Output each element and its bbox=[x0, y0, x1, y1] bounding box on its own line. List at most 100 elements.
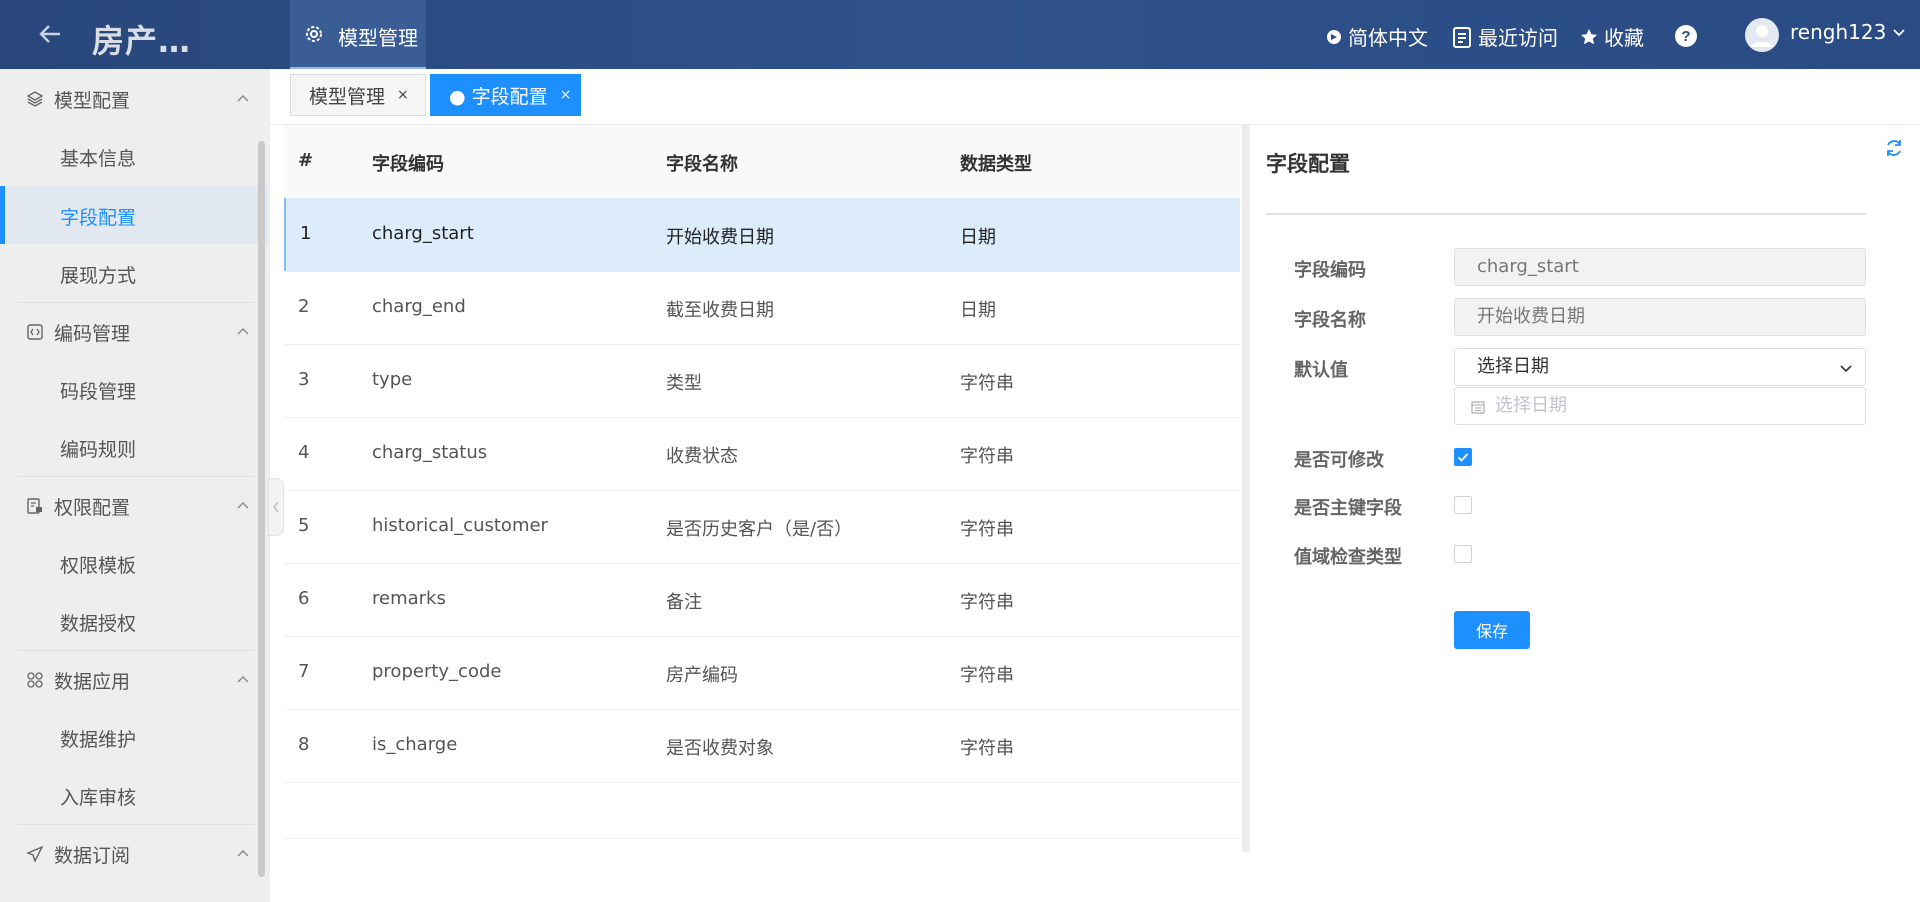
table-header-cell: 数据类型 bbox=[960, 154, 1032, 175]
save-button[interactable]: 保存 bbox=[1454, 611, 1530, 649]
recent-label: 最近访问 bbox=[1478, 26, 1558, 50]
apps-grid-icon bbox=[27, 672, 43, 692]
table-cell: 1 bbox=[300, 223, 312, 244]
table-cell: 日期 bbox=[960, 227, 996, 248]
table-row[interactable]: 5 historical_customer 是否历史客户（是/否） 字符串 bbox=[284, 490, 1240, 564]
table-header-cell: 字段名称 bbox=[666, 154, 738, 175]
default-type-select[interactable]: 选择日期 bbox=[1454, 348, 1866, 386]
tab-model-management[interactable]: 模型管理 × bbox=[290, 74, 426, 116]
sidebar-item-label: 字段配置 bbox=[60, 207, 137, 229]
domain-check-checkbox[interactable] bbox=[1454, 545, 1472, 563]
date-picker-input[interactable]: 选择日期 bbox=[1454, 387, 1866, 425]
sidebar-group-label: 数据应用 bbox=[54, 671, 131, 693]
sidebar-item-code-rules[interactable]: 编码规则 bbox=[0, 418, 268, 476]
table-cell: is_charge bbox=[372, 734, 458, 755]
sidebar-item-field-config[interactable]: 字段配置 bbox=[0, 186, 268, 244]
table-cell: 3 bbox=[298, 369, 310, 390]
table-cell: 字符串 bbox=[960, 665, 1014, 686]
sidebar-group-permission-config[interactable]: 权限配置 bbox=[0, 476, 270, 534]
globe-icon bbox=[1327, 29, 1341, 44]
field-code-label: 字段编码 bbox=[1294, 260, 1366, 281]
sidebar-item-display-mode[interactable]: 展现方式 bbox=[0, 244, 268, 302]
sidebar-item-label: 入库审核 bbox=[60, 787, 137, 809]
table-header-row: # 字段编码 字段名称 数据类型 bbox=[284, 125, 1240, 199]
sidebar-item-storage-review[interactable]: 入库审核 bbox=[0, 766, 268, 824]
table-header-cell: # bbox=[298, 150, 314, 171]
sidebar-scrollbar[interactable] bbox=[258, 141, 265, 877]
panel-divider bbox=[1266, 213, 1866, 215]
table-row[interactable]: 8 is_charge 是否收费对象 字符串 bbox=[284, 709, 1240, 783]
sidebar: 模型配置 基本信息 字段配置 展现方式 编码管理 码段管理 编码规则 权限配置 … bbox=[0, 69, 270, 902]
user-menu[interactable]: rengh123 bbox=[1790, 20, 1906, 44]
sidebar-item-label: 数据授权 bbox=[60, 613, 137, 635]
tab-label: 模型管理 bbox=[309, 85, 386, 108]
sidebar-item-label: 权限模板 bbox=[60, 555, 137, 577]
domain-check-label: 值域检查类型 bbox=[1294, 547, 1402, 568]
layers-icon bbox=[26, 91, 44, 111]
table-row[interactable]: 4 charg_status 收费状态 字符串 bbox=[284, 417, 1240, 491]
top-nav-model-management[interactable]: 模型管理 bbox=[290, 0, 426, 69]
sidebar-item-basic-info[interactable]: 基本信息 bbox=[0, 127, 268, 185]
tab-field-config[interactable]: ● 字段配置 × bbox=[430, 74, 581, 116]
sidebar-item-data-maintenance[interactable]: 数据维护 bbox=[0, 708, 268, 766]
help-icon[interactable]: ? bbox=[1674, 24, 1698, 52]
gear-icon bbox=[306, 26, 322, 42]
check-icon bbox=[1457, 453, 1469, 462]
field-name-input: 开始收费日期 bbox=[1454, 298, 1866, 336]
sidebar-item-data-authorization[interactable]: 数据授权 bbox=[0, 592, 268, 650]
chevron-up-icon bbox=[236, 846, 250, 865]
close-icon[interactable]: × bbox=[397, 87, 409, 103]
table-cell: 6 bbox=[298, 588, 310, 609]
editable-checkbox[interactable] bbox=[1454, 448, 1472, 466]
top-header: 房产… 模型管理 简体中文 最近访问 收藏 ? rengh123 bbox=[0, 0, 1920, 69]
table-cell: historical_customer bbox=[372, 515, 548, 536]
table-scrollbar[interactable] bbox=[1242, 125, 1250, 852]
avatar[interactable] bbox=[1745, 18, 1779, 56]
favorites[interactable]: 收藏 bbox=[1580, 22, 1644, 51]
language-switch[interactable]: 简体中文 bbox=[1326, 22, 1428, 51]
table-row[interactable]: 2 charg_end 截至收费日期 日期 bbox=[284, 271, 1240, 345]
sidebar-item-label: 数据维护 bbox=[60, 729, 137, 751]
field-code-value: charg_start bbox=[1477, 256, 1579, 277]
sidebar-group-data-subscription[interactable]: 数据订阅 bbox=[0, 824, 270, 882]
table-cell: 4 bbox=[298, 442, 310, 463]
sidebar-collapse-handle[interactable] bbox=[268, 478, 284, 536]
back-arrow-icon[interactable] bbox=[34, 18, 66, 50]
recent-visits[interactable]: 最近访问 bbox=[1452, 22, 1558, 51]
send-icon bbox=[26, 845, 44, 866]
table-cell: 5 bbox=[298, 515, 310, 536]
sidebar-item-permission-template[interactable]: 权限模板 bbox=[0, 534, 268, 592]
table-row[interactable]: 1 charg_start 开始收费日期 日期 bbox=[284, 198, 1240, 272]
chevron-up-icon bbox=[236, 498, 250, 517]
table-row[interactable]: 6 remarks 备注 字符串 bbox=[284, 563, 1240, 637]
table-cell: 截至收费日期 bbox=[666, 300, 774, 321]
sidebar-item-segment-management[interactable]: 码段管理 bbox=[0, 360, 268, 418]
sidebar-group-model-config[interactable]: 模型配置 bbox=[0, 69, 270, 127]
table-cell: 7 bbox=[298, 661, 310, 682]
sidebar-group-code-management[interactable]: 编码管理 bbox=[0, 302, 270, 360]
favorites-label: 收藏 bbox=[1604, 26, 1644, 50]
sidebar-group-label: 编码管理 bbox=[54, 323, 131, 345]
page-tabs-bar: 模型管理 × ● 字段配置 × bbox=[270, 69, 1920, 125]
sidebar-group-data-application[interactable]: 数据应用 bbox=[0, 650, 270, 708]
table-row[interactable]: 7 property_code 房产编码 字符串 bbox=[284, 636, 1240, 710]
refresh-icon[interactable] bbox=[1884, 138, 1904, 162]
table-cell: 字符串 bbox=[960, 373, 1014, 394]
editable-label: 是否可修改 bbox=[1294, 450, 1384, 471]
table-cell: 类型 bbox=[666, 373, 702, 394]
table-cell: 字符串 bbox=[960, 446, 1014, 467]
primary-key-checkbox[interactable] bbox=[1454, 496, 1472, 514]
table-row[interactable]: 3 type 类型 字符串 bbox=[284, 344, 1240, 418]
close-icon[interactable]: × bbox=[560, 87, 572, 103]
table-cell: property_code bbox=[372, 661, 502, 682]
top-nav-label: 模型管理 bbox=[338, 26, 418, 50]
table-cell: 开始收费日期 bbox=[666, 227, 774, 248]
table-cell: 字符串 bbox=[960, 592, 1014, 613]
table-cell: 8 bbox=[298, 734, 310, 755]
tab-label: ● 字段配置 bbox=[449, 85, 548, 108]
panel-title: 字段配置 bbox=[1266, 152, 1350, 176]
star-icon bbox=[1580, 28, 1598, 44]
svg-text:?: ? bbox=[1681, 28, 1690, 45]
default-value-label: 默认值 bbox=[1294, 360, 1348, 381]
chevron-down-icon bbox=[1840, 365, 1852, 373]
